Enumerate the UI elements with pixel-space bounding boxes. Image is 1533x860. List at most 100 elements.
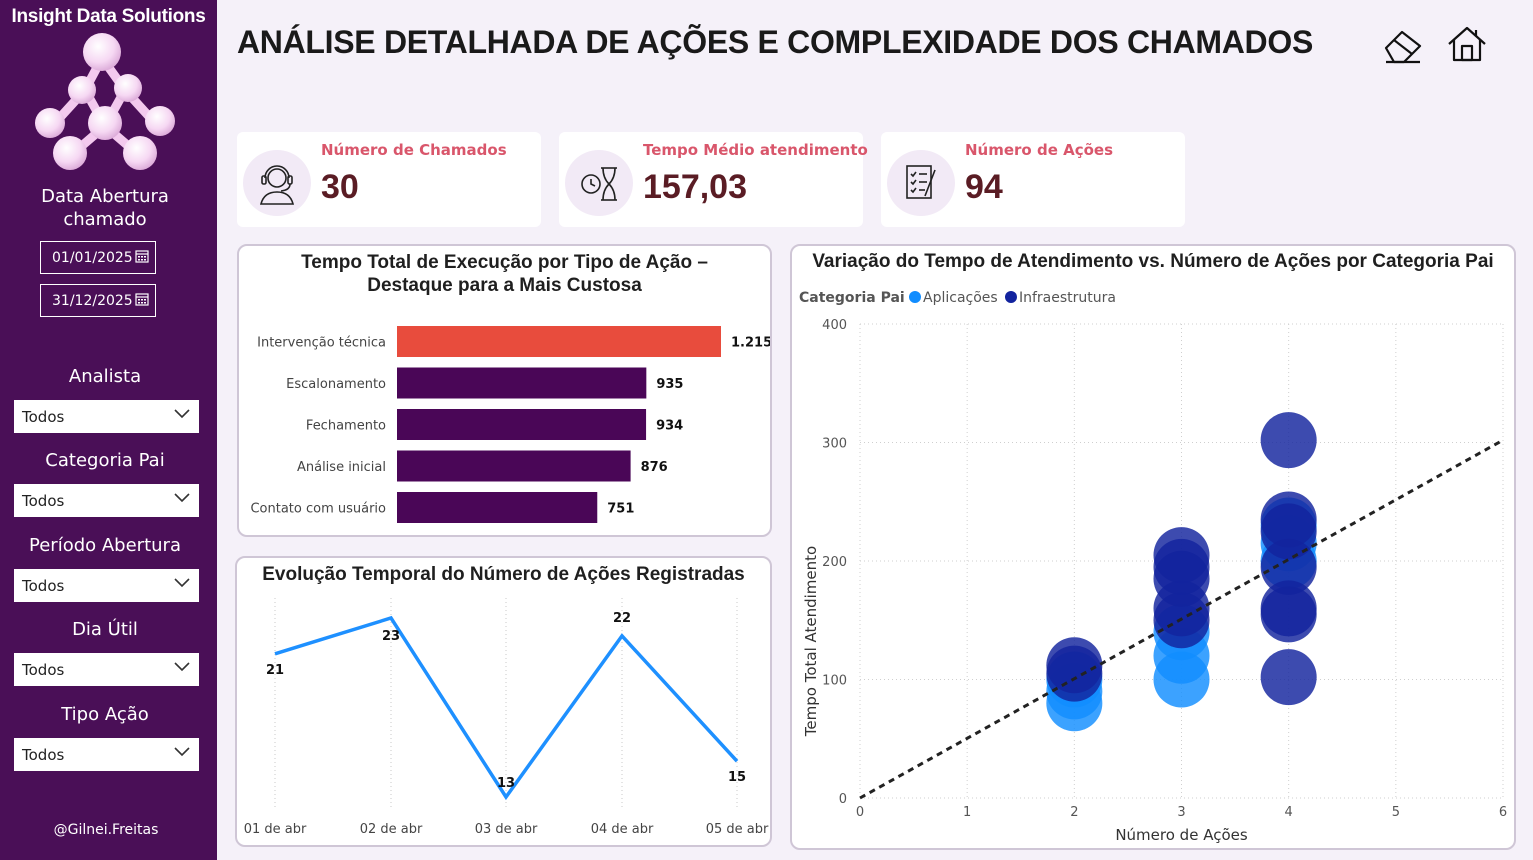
scatter-chart: Categoria Pai Aplicações Infraestrutura 0 1 0… xyxy=(799,290,1507,844)
x-tick-label: 05 de abr xyxy=(706,822,769,837)
bar-category-label: Fechamento xyxy=(306,419,386,434)
line-chart: 01 de abr 02 de abr 03 de abr 04 de abr 05 d… xyxy=(244,598,769,837)
bar-category-label: Intervenção técnica xyxy=(257,336,386,351)
data-label: 22 xyxy=(613,611,631,626)
kpi-value: 30 xyxy=(321,168,359,206)
author-credit: @Gilnei.Freitas xyxy=(53,822,159,838)
sidebar: Insight Data Solutions Data Abertura cha… xyxy=(0,0,217,860)
bar-value-label: 876 xyxy=(641,460,668,475)
data-label: 23 xyxy=(382,629,400,644)
slicer-label-analista: Analista xyxy=(68,366,142,387)
chevron-down-icon[interactable] xyxy=(174,662,190,672)
bar xyxy=(397,450,631,482)
bar-category-label: Escalonamento xyxy=(286,377,386,392)
eraser-icon[interactable] xyxy=(1382,24,1424,64)
slicer-value: Todos xyxy=(22,407,65,426)
scatter-point xyxy=(1260,491,1317,548)
bar-value-label: 934 xyxy=(656,419,683,434)
clock-hourglass-icon xyxy=(581,167,617,201)
slicer-dia-util[interactable]: Todos xyxy=(14,653,199,686)
legend-label: Infraestrutura xyxy=(1019,290,1116,306)
scatter-point xyxy=(1046,637,1103,694)
bar-chart: Intervenção técnica 1.215 Escalonamento 935… xyxy=(250,326,770,523)
home-icon[interactable] xyxy=(1446,24,1488,64)
x-tick-label: 2 xyxy=(1070,805,1078,820)
page-title: ANÁLISE DETALHADA DE AÇÕES E COMPLEXIDAD… xyxy=(237,24,1314,60)
chevron-down-icon[interactable] xyxy=(174,409,190,419)
x-tick-label: 1 xyxy=(963,805,971,820)
brand-name: Insight Data Solutions xyxy=(11,6,206,27)
legend-label: Aplicações xyxy=(923,290,998,306)
kpi-value: 157,03 xyxy=(643,168,747,206)
y-tick-label: 300 xyxy=(822,437,847,452)
support-agent-icon xyxy=(259,165,295,205)
kpi-label: Tempo Médio atendimento xyxy=(643,141,868,159)
checklist-icon xyxy=(906,165,936,199)
slicer-label-periodo-abertura: Período Abertura xyxy=(29,535,181,556)
bar xyxy=(397,492,598,523)
scatter-point xyxy=(1260,412,1317,469)
slicer-tipo-acao[interactable]: Todos xyxy=(14,738,199,771)
date-filter-title: Data Abertura chamado xyxy=(41,186,169,230)
x-tick-label: 6 xyxy=(1499,805,1507,820)
line-chart-panel: Evolução Temporal do Número de Ações Reg… xyxy=(235,556,772,847)
bar xyxy=(397,409,647,440)
kpi-card-chamados: Número de Chamados 30 xyxy=(237,132,541,227)
kpi-icon-bg xyxy=(887,150,955,216)
x-axis-label: Número de Ações xyxy=(1115,826,1248,844)
data-label: 15 xyxy=(728,770,746,785)
x-tick-label: 5 xyxy=(1392,805,1400,820)
slicer-analista[interactable]: Todos xyxy=(14,400,199,433)
chevron-down-icon[interactable] xyxy=(174,747,190,757)
slicer-value: Todos xyxy=(22,576,65,595)
x-tick-label: 02 de abr xyxy=(360,822,423,837)
x-tick-label: 03 de abr xyxy=(475,822,538,837)
x-tick-label: 04 de abr xyxy=(591,822,654,837)
date-start-value: 01/01/2025 xyxy=(52,249,133,266)
slicer-label-dia-util: Dia Útil xyxy=(72,619,138,640)
date-end-value: 31/12/2025 xyxy=(52,292,133,309)
calendar-icon[interactable] xyxy=(135,249,149,263)
bar-value-label: 935 xyxy=(656,377,683,392)
brand-logo xyxy=(35,33,175,170)
bar xyxy=(397,326,721,357)
legend-marker xyxy=(1005,291,1017,303)
x-tick-label: 3 xyxy=(1177,805,1185,820)
slicer-value: Todos xyxy=(22,491,65,510)
date-end-input[interactable]: 31/12/2025 xyxy=(40,284,156,317)
bar-value-label: 751 xyxy=(607,502,634,517)
slicer-value: Todos xyxy=(22,745,65,764)
bar-chart-panel: Tempo Total de Execução por Tipo de Ação… xyxy=(237,244,772,537)
chevron-down-icon[interactable] xyxy=(174,578,190,588)
slicer-categoria-pai[interactable]: Todos xyxy=(14,484,199,517)
date-start-input[interactable]: 01/01/2025 xyxy=(40,241,156,274)
scatter-point xyxy=(1153,527,1210,584)
kpi-value: 94 xyxy=(965,168,1003,206)
x-tick-label: 01 de abr xyxy=(244,822,307,837)
slicer-value: Todos xyxy=(22,660,65,679)
legend-marker xyxy=(909,291,921,303)
bar xyxy=(397,367,647,399)
data-label: 13 xyxy=(497,776,515,791)
bar-category-label: Contato com usuário xyxy=(250,502,386,517)
kpi-icon-bg xyxy=(565,150,633,216)
slicer-label-categoria-pai: Categoria Pai xyxy=(45,450,165,471)
x-tick-label: 4 xyxy=(1285,805,1293,820)
slicer-label-tipo-acao: Tipo Ação xyxy=(61,704,149,725)
slicer-periodo-abertura[interactable]: Todos xyxy=(14,569,199,602)
chevron-down-icon[interactable] xyxy=(174,493,190,503)
bar-category-label: Análise inicial xyxy=(297,460,386,475)
scatter-point xyxy=(1260,649,1317,706)
y-tick-label: 0 xyxy=(839,792,847,807)
scatter-chart-panel: Variação do Tempo de Atendimento vs. Núm… xyxy=(790,244,1516,850)
calendar-icon[interactable] xyxy=(135,292,149,306)
kpi-card-acoes: Número de Ações 94 xyxy=(881,132,1185,227)
legend-title: Categoria Pai xyxy=(799,290,905,306)
y-tick-label: 200 xyxy=(822,555,847,570)
kpi-label: Número de Chamados xyxy=(321,141,507,159)
bar-value-label: 1.215 xyxy=(731,336,770,351)
x-tick-label: 0 xyxy=(856,805,864,820)
kpi-card-tempo-medio: Tempo Médio atendimento 157,03 xyxy=(559,132,868,227)
kpi-icon-bg xyxy=(243,150,311,216)
kpi-label: Número de Ações xyxy=(965,141,1114,159)
